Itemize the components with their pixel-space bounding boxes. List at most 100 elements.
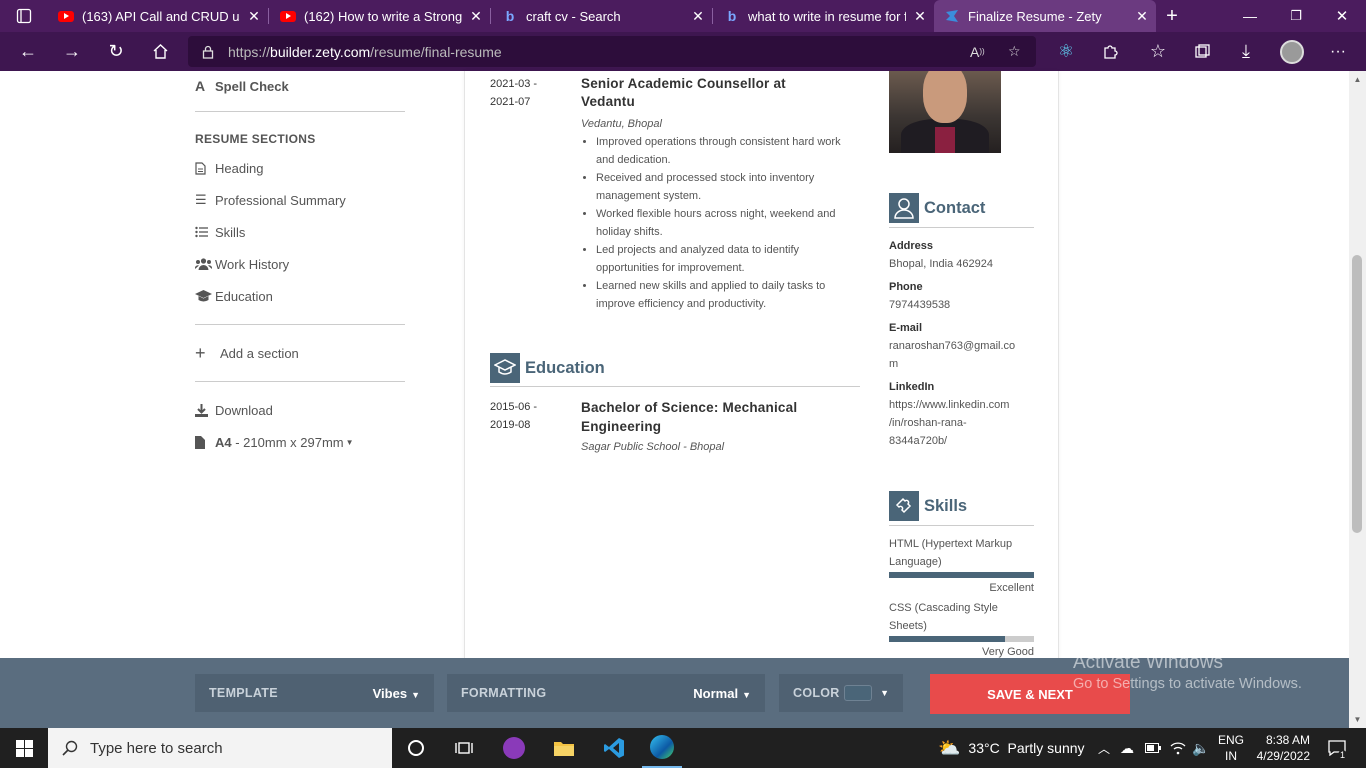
color-select[interactable]: COLOR ▼ [779,674,903,712]
browser-tab-3[interactable]: b craft cv - Search ✕ [492,0,712,32]
download-label: Download [215,402,273,418]
skill-level-bar [889,572,1034,578]
show-hidden-icons-icon[interactable]: ︿ [1098,728,1110,768]
graduation-cap-icon [195,290,215,302]
clock[interactable]: 8:38 AM 4/29/2022 [1254,728,1310,768]
entry-dates: 2021-03 - 2021-07 [490,75,581,313]
react-devtools-icon[interactable]: ⚛ [1046,32,1086,71]
minimize-icon[interactable]: — [1230,0,1270,32]
youtube-icon [58,8,74,24]
address-label: Address [889,240,934,252]
tab-close-icon[interactable]: ✕ [1128,8,1156,25]
linkedin-value: https://www.linkedin.com /in/roshan-rana… [889,399,1010,447]
notification-center-icon[interactable]: 1 [1322,728,1352,768]
edge-browser-icon[interactable] [642,728,682,768]
template-select[interactable]: TEMPLATE Vibes ▼ [195,674,434,712]
add-favorite-icon[interactable]: ☆ [1008,36,1021,67]
tab-title: (162) How to write a Strong F [304,8,462,24]
vscode-icon[interactable] [594,728,634,768]
window-close-icon[interactable]: ✕ [1322,0,1362,32]
date-to: 2019-08 [490,419,531,431]
language-indicator[interactable]: ENG IN [1218,728,1244,768]
color-label: COLOR [793,686,840,700]
browser-tab-2[interactable]: (162) How to write a Strong F ✕ [270,0,490,32]
read-aloud-icon[interactable]: A)) [970,36,985,67]
address-value: Bhopal, India 462924 [889,258,993,270]
scrollbar-thumb[interactable] [1352,255,1362,533]
tab-title: craft cv - Search [526,8,621,24]
download-button[interactable]: Download [195,394,405,426]
section-title: Education [525,358,605,377]
browser-tab-bar: (163) API Call and CRUD usin ✕ (162) How… [0,0,1366,32]
download-icon [195,403,215,417]
sidebar-item-work-history[interactable]: Work History [195,248,405,280]
date-from: 2015-06 - [490,401,538,413]
tab-actions-icon[interactable] [0,0,48,32]
browser-tab-active[interactable]: Finalize Resume - Zety ✕ [934,0,1156,32]
volume-icon[interactable]: 🔈 [1192,728,1209,768]
add-section-button[interactable]: + Add a section [195,337,405,369]
restore-icon[interactable]: ❐ [1276,0,1316,32]
weather-text: 33°C Partly sunny [968,740,1085,756]
extensions-icon[interactable] [1090,32,1130,71]
phone-value: 7974439538 [889,299,951,311]
cortana-icon[interactable] [396,728,436,768]
github-desktop-icon[interactable] [494,728,534,768]
tab-close-icon[interactable]: ✕ [684,8,712,25]
tab-close-icon[interactable]: ✕ [240,8,268,25]
phone-label: Phone [889,281,923,293]
browser-tab-4[interactable]: b what to write in resume for fr ✕ [714,0,934,32]
weather-widget[interactable]: ⛅ 33°C Partly sunny [938,728,1085,768]
profile-avatar[interactable] [1272,32,1312,71]
url-text: https://builder.zety.com/resume/final-re… [228,43,502,60]
clock-date: 4/29/2022 [1256,749,1310,763]
downloads-icon[interactable]: ⤓ [1226,32,1266,71]
education-section-heading: Education [490,353,605,383]
more-menu-icon[interactable]: ··· [1318,32,1358,71]
windows-start-icon[interactable] [0,728,48,768]
tab-close-icon[interactable]: ✕ [906,8,934,25]
section-title: Contact [924,198,986,217]
task-view-icon[interactable] [444,728,484,768]
lock-icon[interactable] [188,45,228,59]
resume-sections-heading: RESUME SECTIONS [195,132,316,146]
page-scrollbar[interactable]: ▲ ▼ [1349,71,1366,728]
sidebar-item-skills[interactable]: Skills [195,216,405,248]
new-tab-icon[interactable]: + [1158,0,1186,32]
collections-icon[interactable] [1182,32,1222,71]
formatting-select[interactable]: FORMATTING Normal ▼ [447,674,765,712]
spell-check-button[interactable]: A Spell Check [195,71,405,101]
battery-icon[interactable] [1145,728,1161,768]
template-label: TEMPLATE [209,686,278,700]
date-from: 2021-03 - [490,78,538,90]
sidebar-item-professional-summary[interactable]: ☰ Professional Summary [195,184,405,216]
tab-close-icon[interactable]: ✕ [462,8,490,25]
refresh-icon[interactable]: ↻ [96,32,136,71]
taskbar-search-input[interactable]: Type here to search [48,728,392,768]
partly-sunny-icon: ⛅ [938,737,961,758]
onedrive-icon[interactable]: ☁ [1120,728,1134,768]
sidebar-item-education[interactable]: Education [195,280,405,312]
user-icon [889,193,919,223]
contact-details: Address Bhopal, India 462924 Phone 79744… [889,237,1034,450]
graduation-cap-icon [490,353,520,383]
address-bar-row: ← → ↻ https://builder.zety.com/resume/fi… [0,32,1366,71]
wifi-icon[interactable] [1170,728,1186,768]
sidebar-item-label: Skills [215,224,246,240]
skill-name: CSS (Cascading Style Sheets) [889,602,998,632]
paper-size-select[interactable]: A4 - 210mm x 297mm ▼ [195,426,405,458]
paper-size-label: A4 - 210mm x 297mm [215,434,344,450]
favorites-icon[interactable]: ☆ [1138,32,1178,71]
scroll-down-icon[interactable]: ▼ [1349,715,1366,724]
resume-preview: 2021-03 - 2021-07 Senior Academic Counse… [464,71,1059,661]
browser-tab-1[interactable]: (163) API Call and CRUD usin ✕ [48,0,268,32]
sidebar-item-heading[interactable]: Heading [195,152,405,184]
file-explorer-icon[interactable] [544,728,584,768]
home-icon[interactable] [140,32,180,71]
skill-name: HTML (Hypertext Markup Language) [889,538,1013,568]
url-input[interactable]: https://builder.zety.com/resume/final-re… [188,36,1036,67]
back-icon[interactable]: ← [8,32,48,71]
forward-icon[interactable]: → [52,32,92,71]
scroll-up-icon[interactable]: ▲ [1349,75,1366,84]
spell-check-icon: A [195,78,206,94]
